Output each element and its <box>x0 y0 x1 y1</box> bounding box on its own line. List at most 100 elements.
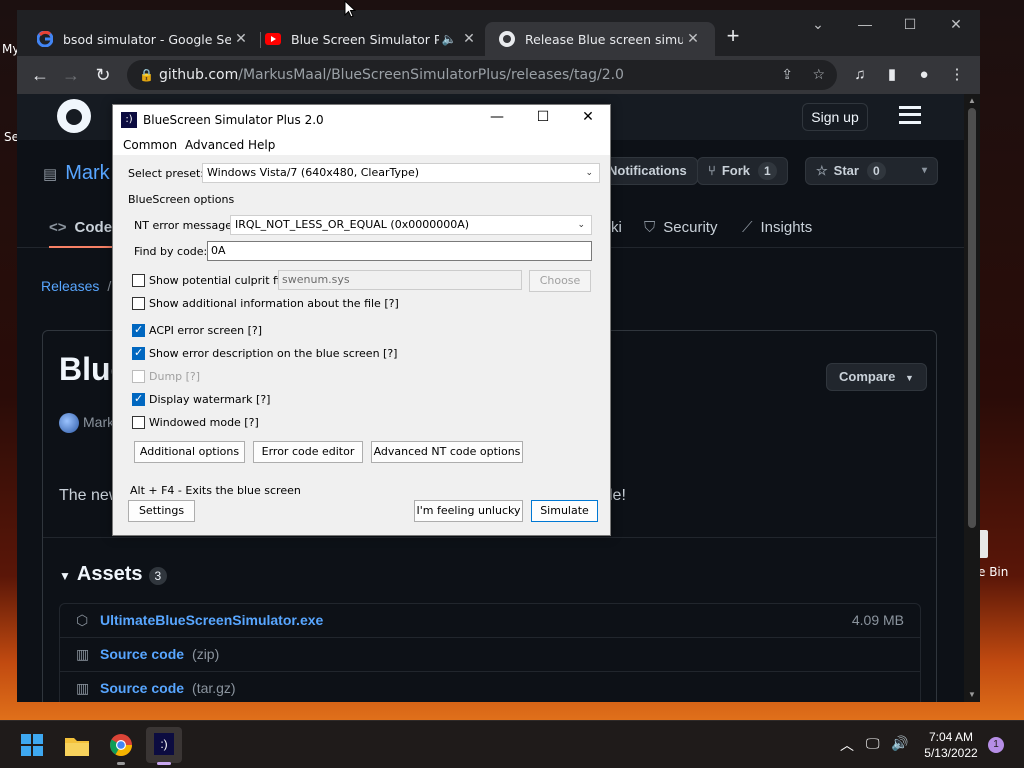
notification-badge[interactable]: 1 <box>988 737 1004 753</box>
new-tab-button[interactable]: + <box>721 24 745 48</box>
menu-kebab-icon[interactable]: ⋮ <box>945 63 969 87</box>
maximize-icon[interactable]: ☐ <box>528 109 558 125</box>
chevron-up-icon[interactable]: ︿ <box>840 735 854 755</box>
star-button[interactable]: ☆ Star 0 ▾ <box>805 157 938 185</box>
asset-link[interactable]: Source code (tar.gz) <box>100 680 236 696</box>
tab-security[interactable]: ⛉ Security <box>644 212 717 248</box>
windowed-mode-checkbox[interactable] <box>132 416 145 429</box>
clock-time: 7:04 AM <box>928 730 974 744</box>
notifications-label: Notifications <box>608 163 687 178</box>
side-panel-icon[interactable]: ▮ <box>880 63 904 87</box>
tab-google-search[interactable]: bsod simulator - Google Search ✕ <box>23 22 253 56</box>
close-icon[interactable]: ✕ <box>573 109 603 125</box>
asset-link[interactable]: Source code (zip) <box>100 646 219 662</box>
error-description-checkbox[interactable] <box>132 346 145 360</box>
chrome-button[interactable] <box>103 727 139 765</box>
minimize-icon[interactable]: — <box>482 109 512 125</box>
additional-info-checkbox[interactable] <box>132 297 145 310</box>
recycle-bin-label[interactable]: e Bin <box>978 565 1008 579</box>
fork-icon: ⑂ <box>708 163 716 178</box>
scrollbar-thumb[interactable] <box>968 108 976 528</box>
running-indicator <box>117 762 125 765</box>
dump-checkbox[interactable] <box>132 370 145 383</box>
menu-advanced[interactable]: Advanced <box>185 138 244 152</box>
watermark-checkbox[interactable] <box>132 392 145 406</box>
menu-common[interactable]: Common <box>123 138 177 152</box>
github-logo-icon[interactable] <box>57 99 91 133</box>
file-explorer-button[interactable] <box>59 727 95 763</box>
package-icon: ⬡ <box>76 612 89 628</box>
tab-search-icon[interactable]: ⌄ <box>804 16 832 33</box>
culprit-checkbox[interactable] <box>132 274 145 287</box>
tab-insights[interactable]: ⟋ Insights <box>742 212 812 248</box>
speaker-icon[interactable]: 🔈 <box>439 32 459 46</box>
address-bar[interactable]: 🔒 github.com/MarkusMaal/BlueScreenSimula… <box>127 60 837 90</box>
maximize-icon[interactable]: ☐ <box>896 16 924 33</box>
start-button[interactable] <box>14 727 50 763</box>
author-name[interactable]: Mark <box>83 414 114 430</box>
scroll-up-icon[interactable]: ▲ <box>964 96 980 105</box>
repo-owner[interactable]: Mark <box>65 162 109 184</box>
lock-icon: 🔒 <box>139 68 154 82</box>
fork-button[interactable]: ⑂ Fork 1 <box>697 157 788 185</box>
assets-toggle[interactable]: ▼ Assets 3 <box>59 563 168 586</box>
sign-up-button[interactable]: Sign up <box>802 103 868 131</box>
bluescreen-simulator-taskbar-button[interactable]: :) <box>146 727 182 765</box>
checkbox-label: Display watermark [?] <box>149 393 271 406</box>
page-scrollbar[interactable]: ▲ ▼ <box>964 94 980 702</box>
simulate-button[interactable]: Simulate <box>531 500 598 522</box>
choose-button[interactable]: Choose <box>529 270 591 292</box>
culprit-file-input[interactable]: swenum.sys <box>278 270 522 290</box>
close-icon[interactable]: ✕ <box>683 31 703 47</box>
tab-github-release[interactable]: Release Blue screen simulator ✕ <box>485 22 715 56</box>
nt-error-value: IRQL_NOT_LESS_OR_EQUAL (0x0000000A) <box>235 218 470 231</box>
reload-icon[interactable]: ↻ <box>91 63 115 87</box>
volume-icon[interactable]: 🔊 <box>891 735 908 752</box>
error-code-editor-button[interactable]: Error code editor <box>253 441 363 463</box>
tab-title: bsod simulator - Google Search <box>63 31 231 47</box>
preset-dropdown[interactable]: Windows Vista/7 (640x480, ClearType) ⌄ <box>202 163 600 183</box>
bookmark-star-icon[interactable]: ☆ <box>812 60 825 90</box>
tab-wiki[interactable]: ki <box>611 212 622 248</box>
forward-arrow-icon[interactable]: → <box>59 63 83 87</box>
repo-title[interactable]: ▤ Mark <box>43 162 110 185</box>
acpi-checkbox[interactable] <box>132 323 145 337</box>
close-icon[interactable]: ✕ <box>231 31 251 47</box>
asset-link[interactable]: UltimateBlueScreenSimulator.exe <box>100 612 323 628</box>
youtube-icon <box>265 31 281 47</box>
profile-icon[interactable]: ● <box>912 63 936 87</box>
compare-button[interactable]: Compare ▼ <box>826 363 927 391</box>
tab-title: Release Blue screen simulator <box>525 31 683 47</box>
scroll-down-icon[interactable]: ▼ <box>964 690 980 699</box>
find-code-label: Find by code: <box>134 245 208 258</box>
notifications-button[interactable]: Notifications <box>597 157 698 185</box>
additional-options-button[interactable]: Additional options <box>134 441 245 463</box>
share-icon[interactable]: ⇪ <box>781 60 793 90</box>
culprit-label: Show potential culprit file <box>149 274 290 287</box>
minimize-icon[interactable]: — <box>851 16 879 32</box>
clock[interactable]: 7:04 AM 5/13/2022 <box>916 729 986 761</box>
divider <box>43 537 936 538</box>
media-control-icon[interactable]: ♫ <box>848 63 872 87</box>
tab-code[interactable]: <> Code <box>49 212 113 248</box>
back-arrow-icon[interactable]: ← <box>28 63 52 87</box>
network-icon[interactable]: 🖵 <box>866 735 880 752</box>
close-icon[interactable]: ✕ <box>459 31 479 47</box>
breadcrumb-releases[interactable]: Releases <box>41 278 99 294</box>
asset-name: Source code <box>100 646 185 662</box>
settings-button[interactable]: Settings <box>128 500 195 522</box>
close-window-icon[interactable]: ✕ <box>942 16 970 33</box>
hamburger-menu-icon[interactable] <box>899 106 921 124</box>
find-code-input[interactable]: 0A <box>207 241 592 261</box>
windows-logo-icon <box>21 734 43 756</box>
advanced-nt-code-button[interactable]: Advanced NT code options <box>371 441 523 463</box>
tab-youtube[interactable]: Blue Screen Simulator Plus 🔈 ✕ <box>251 22 481 56</box>
star-dropdown-icon[interactable]: ▾ <box>922 158 927 184</box>
avatar[interactable] <box>59 413 79 433</box>
nt-error-dropdown[interactable]: IRQL_NOT_LESS_OR_EQUAL (0x0000000A) ⌄ <box>230 215 592 235</box>
star-label: Star <box>833 163 859 178</box>
menu-help[interactable]: Help <box>248 138 275 152</box>
feeling-unlucky-button[interactable]: I'm feeling unlucky <box>414 500 523 522</box>
options-group-title: BlueScreen options <box>128 193 235 206</box>
checkbox-label: Show error description on the blue scree… <box>149 347 398 360</box>
